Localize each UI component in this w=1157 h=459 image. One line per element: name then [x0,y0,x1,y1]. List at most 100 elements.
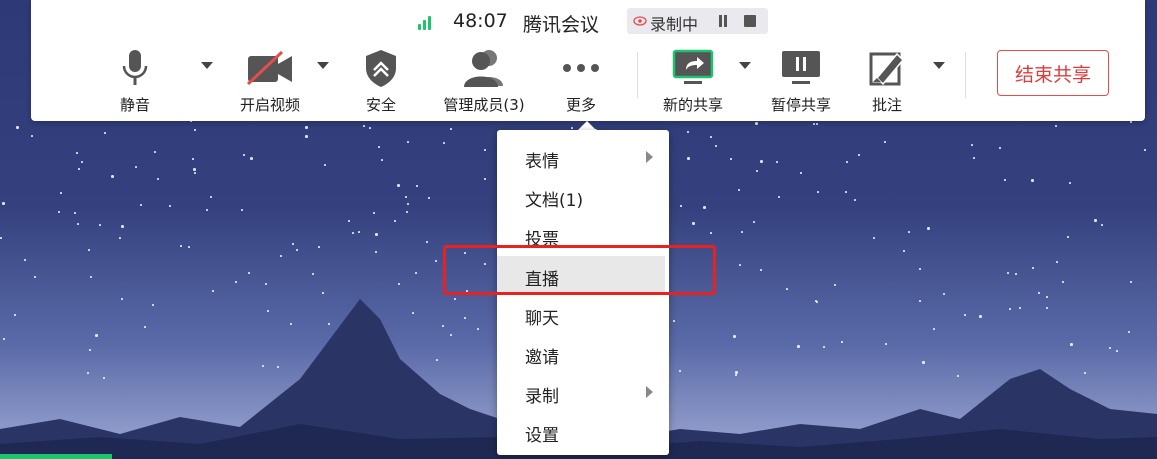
menu-item-label: 表情 [525,152,559,172]
new-share-button[interactable]: 新的共享 [657,48,729,115]
manage-members-button[interactable]: 管理成员(3) [439,48,529,115]
star [1004,179,1006,181]
star [194,172,196,174]
star [78,168,80,170]
star [352,232,354,234]
menu-item-settings[interactable]: 设置 [497,412,669,451]
meeting-timer: 48:07 [453,10,508,32]
star [999,147,1001,149]
shield-icon [366,50,396,87]
menu-item-invite[interactable]: 邀请 [497,334,669,373]
star [760,160,763,163]
star [908,231,910,233]
menu-item-label: 聊天 [525,309,559,329]
star [1130,121,1132,123]
star [99,224,101,226]
star [369,127,371,129]
star [81,161,83,163]
menu-item-documents[interactable]: 文档(1) [497,177,669,216]
manage-members-label: 管理成员(3) [443,96,525,114]
star [76,152,78,154]
star [834,284,836,286]
pause-share-button[interactable]: 暂停共享 [765,48,837,115]
star [324,164,326,166]
star [348,220,350,222]
star [60,192,62,194]
new-share-label: 新的共享 [662,96,723,114]
star [250,157,253,160]
star [416,185,418,187]
star [760,269,762,271]
star [90,276,92,278]
star [16,126,19,129]
star [169,205,171,207]
star [756,170,758,172]
menu-item-emoji[interactable]: 表情 [497,138,669,177]
star [873,237,875,239]
star [778,196,780,198]
star [739,264,741,266]
star [406,211,408,213]
star [31,135,33,137]
menu-item-label: 文档(1) [525,191,584,211]
star [88,249,90,251]
star [1032,267,1034,269]
star [428,197,430,199]
star [24,259,26,261]
more-dots-icon [563,64,599,72]
highlight-box [443,245,716,295]
signal-strength-icon [418,16,436,30]
star [903,250,905,252]
star [919,268,921,270]
video-options-caret-icon[interactable] [317,62,329,69]
star [375,233,378,236]
more-button[interactable]: 更多 [555,48,607,115]
star [243,154,245,156]
star [241,209,243,211]
star [1130,281,1132,283]
star [1067,236,1069,238]
menu-item-label: 邀请 [525,348,559,368]
mute-button[interactable]: 静音 [111,48,159,115]
star [426,241,428,243]
annotate-button[interactable]: 批注 [865,48,909,115]
mute-options-caret-icon[interactable] [201,62,213,69]
star [1055,125,1057,127]
menu-item-chat[interactable]: 聊天 [497,295,669,334]
star [305,135,308,138]
star [265,283,267,285]
star [927,227,930,230]
star [394,220,396,222]
end-share-button[interactable]: 结束共享 [997,50,1109,96]
star [77,223,79,225]
pause-recording-icon[interactable] [717,15,729,27]
share-options-caret-icon[interactable] [739,62,751,69]
submenu-arrow-icon [646,386,653,398]
star [375,251,377,253]
star [296,249,298,251]
star [373,212,375,214]
star [119,237,121,239]
star [292,243,294,245]
camera-off-icon [246,50,292,86]
star [322,292,324,294]
start-video-button[interactable]: 开启视频 [231,48,309,115]
app-title: 腾讯会议 [523,14,600,36]
star [210,196,212,198]
star [741,231,743,233]
star [1144,149,1146,151]
menu-item-record[interactable]: 录制 [497,373,669,412]
status-bar: 48:07 腾讯会议 录制中 [31,8,1145,36]
star [192,158,194,160]
star [140,204,142,206]
star [943,293,945,295]
star [58,211,60,213]
star [381,159,383,161]
annotate-options-caret-icon[interactable] [933,62,945,69]
star [415,272,417,274]
star [248,272,250,274]
stop-recording-icon[interactable] [744,15,756,27]
star [180,245,182,247]
star [800,172,802,174]
security-button[interactable]: 安全 [359,48,403,115]
